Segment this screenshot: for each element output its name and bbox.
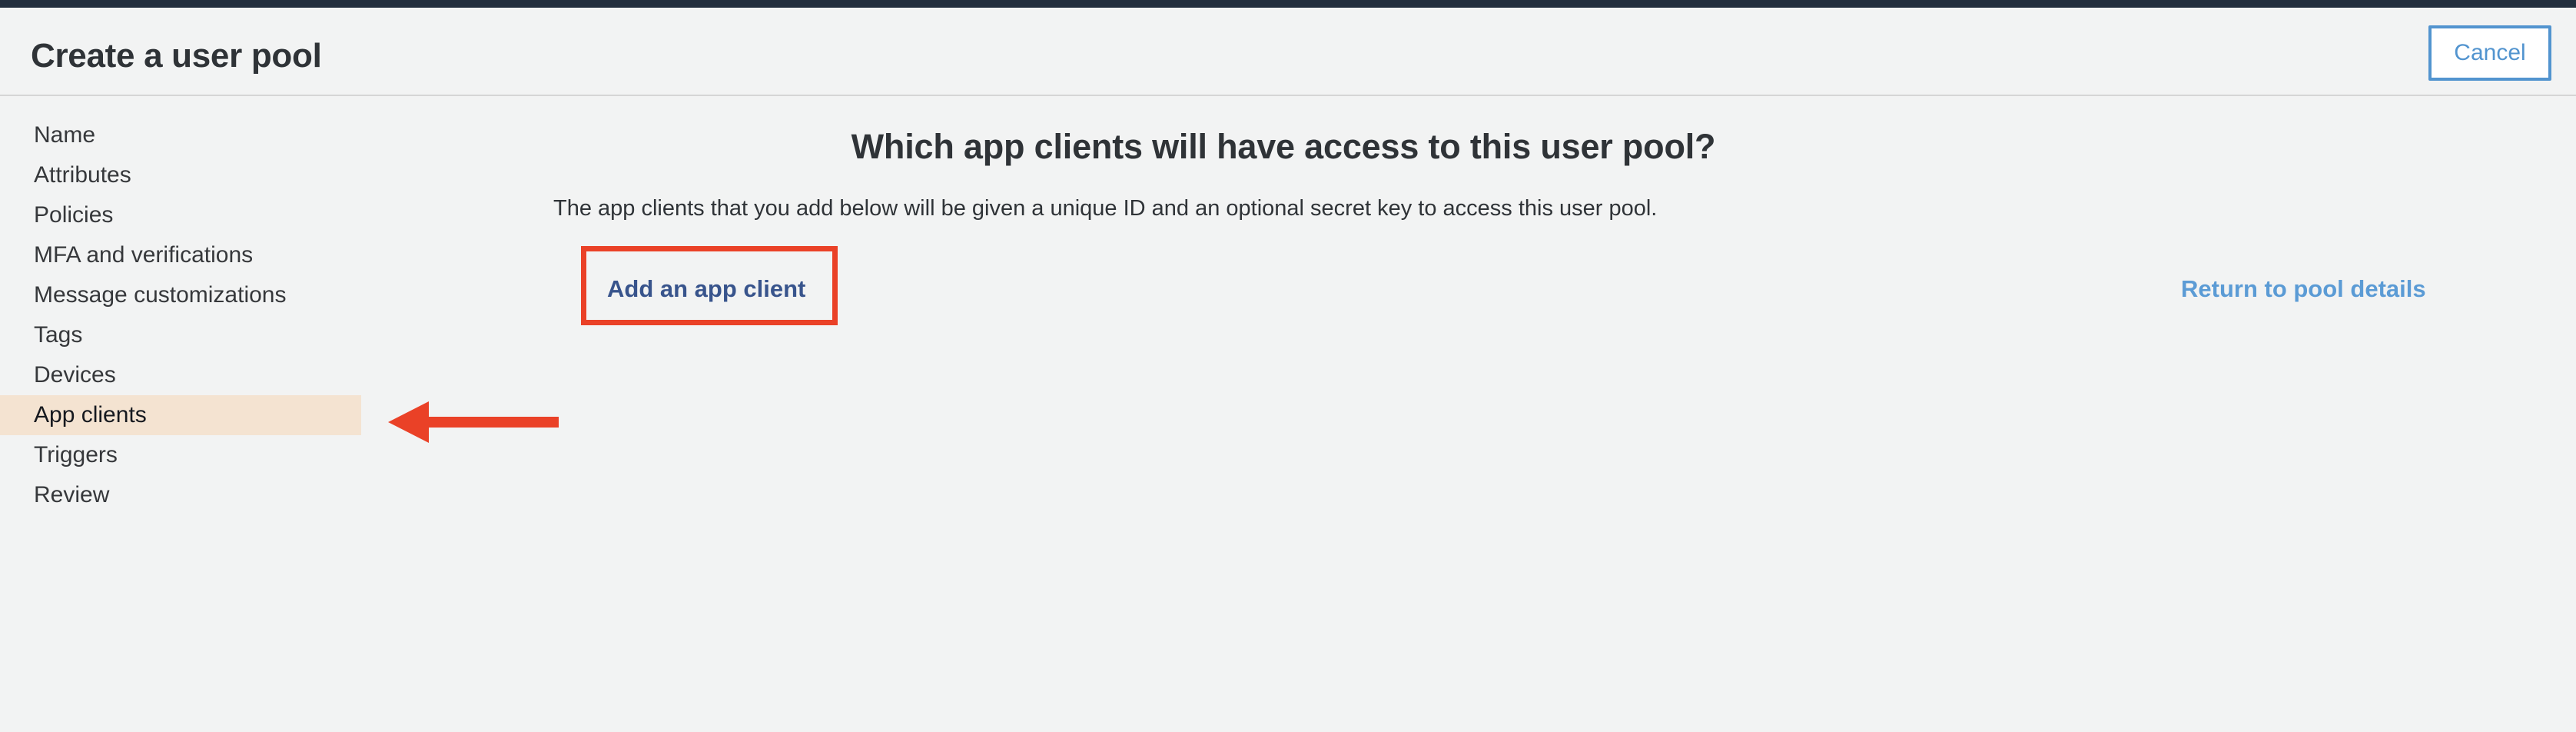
page-title: Create a user pool (31, 37, 322, 75)
cancel-button[interactable]: Cancel (2428, 25, 2551, 81)
sidebar-item-devices[interactable]: Devices (0, 355, 361, 395)
sidebar-item-label: Review (34, 482, 110, 507)
add-an-app-client-link[interactable]: Add an app client (607, 275, 805, 303)
sidebar-item-mfa-and-verifications[interactable]: MFA and verifications (0, 235, 361, 275)
sidebar-item-tags[interactable]: Tags (0, 315, 361, 355)
sidebar-item-attributes[interactable]: Attributes (0, 155, 361, 195)
annotation-arrow-icon (388, 401, 559, 443)
sidebar-item-label: Policies (34, 202, 114, 228)
sidebar-item-label: Devices (34, 362, 116, 388)
page-header: Create a user pool Cancel (0, 8, 2576, 96)
wizard-step-sidebar: Name Attributes Policies MFA and verificati… (0, 115, 361, 515)
sidebar-item-label: Name (34, 122, 96, 148)
sidebar-item-message-customizations[interactable]: Message customizations (0, 275, 361, 315)
main-heading: Which app clients will have access to th… (851, 127, 1716, 166)
sidebar-item-label: Attributes (34, 162, 131, 188)
sidebar-item-triggers[interactable]: Triggers (0, 435, 361, 475)
main-description: The app clients that you add below will … (553, 196, 1658, 221)
sidebar-item-label: Tags (34, 322, 83, 348)
sidebar-item-label: App clients (34, 402, 147, 428)
sidebar-item-label: MFA and verifications (34, 242, 254, 268)
create-user-pool-page: Create a user pool Cancel Name Attributes… (0, 0, 2576, 732)
sidebar-item-name[interactable]: Name (0, 115, 361, 155)
sidebar-item-label: Message customizations (34, 282, 287, 308)
top-navigation-strip (0, 0, 2576, 8)
sidebar-item-label: Triggers (34, 442, 118, 467)
sidebar-item-policies[interactable]: Policies (0, 195, 361, 235)
sidebar-item-app-clients[interactable]: App clients (0, 395, 361, 435)
return-to-pool-details-link[interactable]: Return to pool details (2181, 275, 2426, 303)
sidebar-item-review[interactable]: Review (0, 475, 361, 515)
